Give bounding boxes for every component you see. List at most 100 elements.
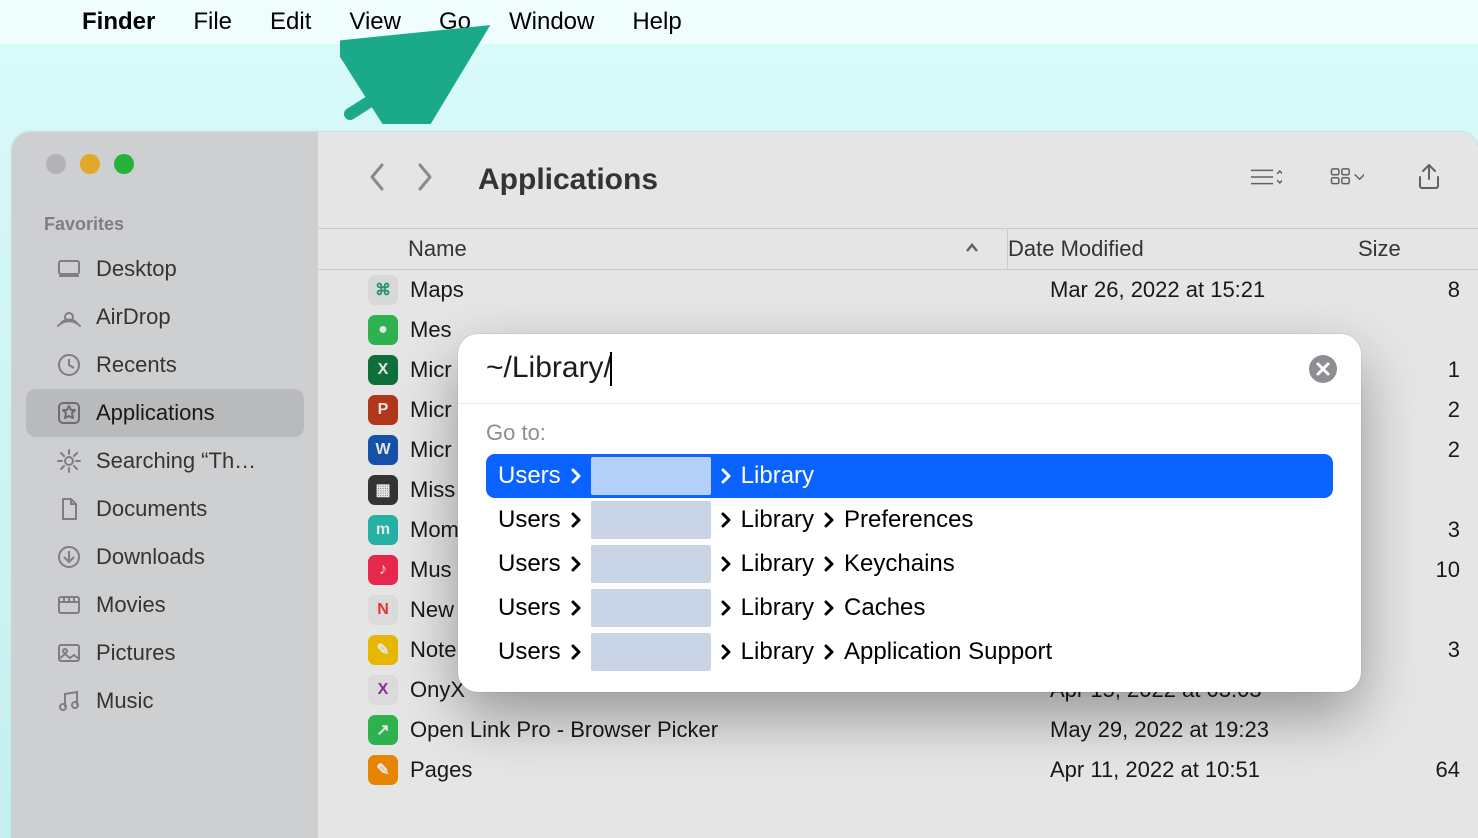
sidebar-item-label: Desktop: [96, 256, 177, 282]
goto-suggestion[interactable]: Users Library: [486, 454, 1333, 498]
goto-path-input[interactable]: ~/Library/: [486, 351, 1309, 386]
sidebar-item-pictures[interactable]: Pictures: [26, 629, 304, 677]
column-name-label: Name: [408, 236, 467, 262]
window-close-button[interactable]: [46, 154, 66, 174]
gear-icon: [56, 448, 82, 474]
sidebar-item-label: Recents: [96, 352, 177, 378]
toolbar: Applications: [318, 132, 1478, 228]
column-size[interactable]: Size: [1358, 236, 1418, 262]
airdrop-icon: [56, 304, 82, 330]
sidebar-item-label: Searching “Th…: [96, 448, 256, 474]
file-size: 3: [1400, 637, 1460, 663]
app-icon: X: [368, 675, 398, 705]
path-segment: Library: [741, 462, 814, 490]
path-segment: Users: [498, 638, 561, 666]
sidebar-item-gear[interactable]: Searching “Th…: [26, 437, 304, 485]
file-row[interactable]: ⌘ Maps Mar 26, 2022 at 15:21 8: [318, 270, 1478, 310]
file-size: 64: [1400, 757, 1460, 783]
menu-view[interactable]: View: [349, 8, 401, 36]
window-controls: [12, 154, 318, 174]
window-zoom-button[interactable]: [114, 154, 134, 174]
redacted-username: [591, 457, 711, 495]
menu-help[interactable]: Help: [632, 8, 681, 36]
file-row[interactable]: ↗ Open Link Pro - Browser Picker May 29,…: [318, 710, 1478, 750]
menu-window[interactable]: Window: [509, 8, 594, 36]
path-segment: Users: [498, 462, 561, 490]
goto-suggestion[interactable]: UsersLibraryKeychains: [486, 542, 1333, 586]
path-segment: Preferences: [844, 506, 973, 534]
redacted-username: [591, 545, 711, 583]
file-size: 1: [1400, 357, 1460, 383]
clear-button[interactable]: [1309, 355, 1337, 383]
redacted-username: [591, 589, 711, 627]
apps-icon: [56, 400, 82, 426]
menu-edit[interactable]: Edit: [270, 8, 311, 36]
back-button[interactable]: [362, 161, 392, 198]
app-icon: ↗: [368, 715, 398, 745]
sidebar-item-movies[interactable]: Movies: [26, 581, 304, 629]
sidebar-section-label: Favorites: [12, 214, 318, 245]
app-icon: N: [368, 595, 398, 625]
path-segment: Users: [498, 506, 561, 534]
sidebar: Favorites Desktop AirDrop Recents Applicati…: [12, 132, 318, 838]
menubar: Finder File Edit View Go Window Help: [0, 0, 1478, 44]
goto-suggestion[interactable]: Users Library Caches: [486, 586, 1333, 630]
goto-path-value: ~/Library/: [486, 351, 612, 384]
sidebar-item-desktop[interactable]: Desktop: [26, 245, 304, 293]
file-row[interactable]: ✎ Pages Apr 11, 2022 at 10:51 64: [318, 750, 1478, 790]
forward-button[interactable]: [410, 161, 440, 198]
file-name: Maps: [410, 277, 1050, 303]
redacted-username: [591, 501, 711, 539]
sort-ascending-icon: [964, 236, 980, 262]
music-icon: [56, 688, 82, 714]
path-segment: Library: [741, 594, 814, 622]
share-button[interactable]: [1412, 162, 1446, 197]
file-size: 10: [1400, 557, 1460, 583]
file-size: 8: [1400, 277, 1460, 303]
sidebar-item-label: Movies: [96, 592, 166, 618]
sidebar-item-doc[interactable]: Documents: [26, 485, 304, 533]
view-list-button[interactable]: [1248, 162, 1282, 197]
sidebar-item-download[interactable]: Downloads: [26, 533, 304, 581]
app-icon: X: [368, 355, 398, 385]
app-icon: ♪: [368, 555, 398, 585]
sidebar-item-label: Documents: [96, 496, 207, 522]
goto-dialog: ~/Library/ Go to: UsersLibraryUsersLibra…: [458, 334, 1361, 692]
sidebar-item-apps[interactable]: Applications: [26, 389, 304, 437]
file-date: Apr 11, 2022 at 10:51: [1050, 757, 1400, 783]
path-segment: Users: [498, 594, 561, 622]
app-icon: P: [368, 395, 398, 425]
window-minimize-button[interactable]: [80, 154, 100, 174]
goto-suggestion[interactable]: UsersLibraryApplication Support: [486, 630, 1333, 674]
movies-icon: [56, 592, 82, 618]
pictures-icon: [56, 640, 82, 666]
app-menu[interactable]: Finder: [82, 8, 155, 36]
column-date[interactable]: Date Modified: [1008, 236, 1358, 262]
sidebar-item-music[interactable]: Music: [26, 677, 304, 725]
sidebar-item-airdrop[interactable]: AirDrop: [26, 293, 304, 341]
path-segment: Caches: [844, 594, 925, 622]
sidebar-item-label: AirDrop: [96, 304, 171, 330]
menu-file[interactable]: File: [193, 8, 232, 36]
sidebar-item-label: Pictures: [96, 640, 175, 666]
doc-icon: [56, 496, 82, 522]
app-icon: ●: [368, 315, 398, 345]
download-icon: [56, 544, 82, 570]
column-name[interactable]: Name: [408, 228, 1008, 270]
menu-go[interactable]: Go: [439, 8, 471, 36]
goto-suggestion[interactable]: Users Library Preferences: [486, 498, 1333, 542]
file-name: Pages: [410, 757, 1050, 783]
path-segment: Library: [741, 506, 814, 534]
column-header: Name Date Modified Size: [318, 228, 1478, 270]
app-icon: ✎: [368, 755, 398, 785]
path-segment: Library: [741, 638, 814, 666]
file-size: 2: [1400, 397, 1460, 423]
recents-icon: [56, 352, 82, 378]
sidebar-item-label: Applications: [96, 400, 215, 426]
sidebar-item-label: Downloads: [96, 544, 205, 570]
app-icon: ✎: [368, 635, 398, 665]
group-button[interactable]: [1330, 162, 1364, 197]
sidebar-item-recents[interactable]: Recents: [26, 341, 304, 389]
app-icon: W: [368, 435, 398, 465]
goto-label: Go to:: [486, 420, 1333, 446]
